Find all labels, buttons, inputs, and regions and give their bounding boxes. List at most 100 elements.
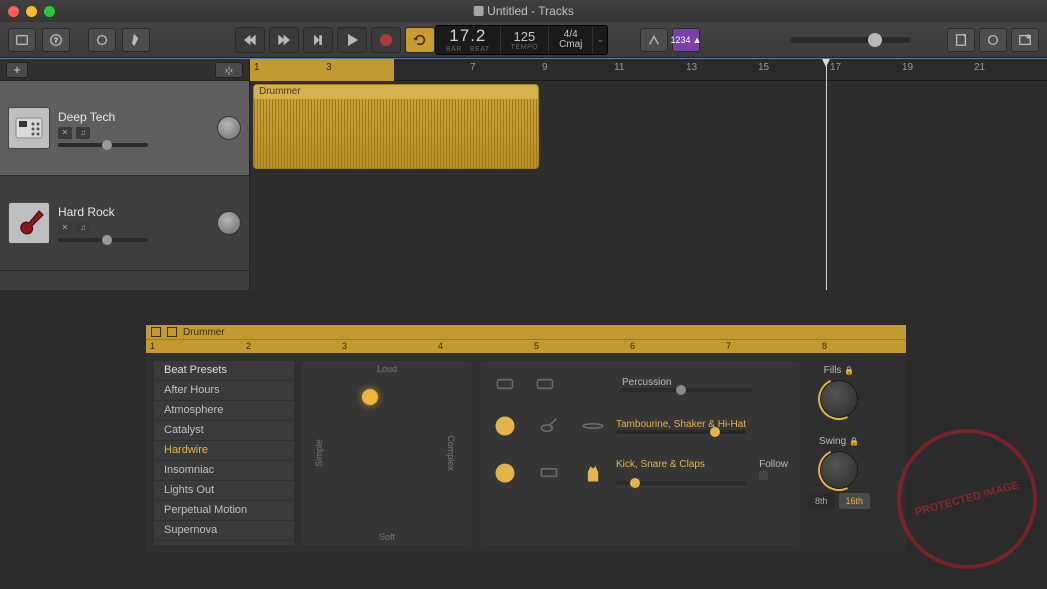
playhead[interactable] (826, 59, 827, 290)
preset-item[interactable]: Lights Out (154, 481, 294, 501)
mute-button[interactable]: ✕ (58, 222, 72, 234)
timesig-value: 4/4 (564, 30, 578, 40)
preset-item[interactable]: Catalyst (154, 421, 294, 441)
swing-label: Swing (819, 436, 846, 447)
kit-panel: Percussion Tambourine, Shaker & Hi-Hat (480, 361, 800, 545)
lcd-key[interactable]: 4/4 Cmaj (549, 26, 593, 54)
ruler-tick: 1 (254, 62, 260, 73)
ruler-tick: 7 (470, 62, 476, 73)
traffic-lights (0, 6, 55, 17)
drummer-ruler[interactable]: 12345678 (146, 339, 906, 353)
tamb-slider[interactable] (616, 430, 746, 434)
track-header-menu[interactable]: ›¦‹ (215, 62, 243, 78)
power-icon[interactable] (151, 327, 161, 337)
region-waveform (254, 99, 538, 169)
ruler-tick: 11 (614, 62, 624, 73)
ruler-tick: 15 (758, 62, 769, 73)
minimize-window[interactable] (26, 6, 37, 17)
add-track-button[interactable]: + (6, 62, 28, 78)
preset-item[interactable]: Insomniac (154, 461, 294, 481)
track-header-0[interactable]: Deep Tech ✕ ♫ (0, 81, 249, 176)
editors-button[interactable] (122, 28, 150, 52)
shaker-icon[interactable] (536, 413, 562, 439)
preset-item[interactable]: Hardwire (154, 441, 294, 461)
count-in-button[interactable]: 1234▲ (672, 28, 700, 52)
lock-icon[interactable]: 🔒 (849, 437, 859, 446)
timeline-ruler[interactable]: 13579111315171921 (250, 59, 1047, 81)
media-button[interactable] (1011, 28, 1039, 52)
preset-item[interactable]: Atmosphere (154, 401, 294, 421)
tempo-value: 125 (514, 29, 536, 44)
cycle-button[interactable] (405, 27, 435, 53)
monitor-button[interactable]: ♫ (76, 222, 90, 234)
ruler-tick: 9 (542, 62, 548, 73)
kick-slider[interactable] (616, 481, 746, 485)
forward-button[interactable] (269, 27, 299, 53)
quick-help-button[interactable]: ? (42, 28, 70, 52)
xy-label-loud: Loud (377, 364, 397, 374)
preset-item[interactable]: Perpetual Motion (154, 501, 294, 521)
ruler-tick: 19 (902, 62, 913, 73)
arrange-area[interactable]: 13579111315171921 Drummer (250, 59, 1047, 290)
perc-icon-1[interactable] (492, 371, 518, 397)
drummer-title: Drummer (183, 327, 225, 338)
xy-dot[interactable] (362, 389, 378, 405)
track-volume-slider[interactable] (58, 238, 148, 242)
record-button[interactable] (371, 27, 401, 53)
key-value: Cmaj (559, 40, 582, 50)
pan-knob[interactable] (217, 211, 241, 235)
document-title: Untitled - Tracks (473, 4, 574, 18)
fills-knob[interactable] (820, 380, 858, 418)
track-header-toolbar: + ›¦‹ (0, 59, 249, 81)
track-header-1[interactable]: Hard Rock ✕ ♫ (0, 176, 249, 271)
cycle-range[interactable] (250, 59, 394, 81)
lcd-display[interactable]: 17.2 BARBEAT 125 TEMPO 4/4 Cmaj ⌄ (435, 25, 608, 55)
swing-division: 8th16th (808, 493, 870, 509)
region-drummer[interactable]: Drummer (253, 84, 539, 169)
mode-buttons: 1234▲ (640, 28, 700, 52)
xy-pad[interactable]: Loud Soft Simple Complex (302, 361, 472, 545)
ruler-tick: 13 (686, 62, 697, 73)
loops-button[interactable] (979, 28, 1007, 52)
play-button[interactable] (337, 27, 367, 53)
kick-icon[interactable] (492, 459, 518, 485)
tambourine-icon[interactable] (492, 413, 518, 439)
drummer-editor-header: Drummer (146, 325, 906, 339)
xy-label-simple: Simple (314, 439, 324, 467)
mute-button[interactable]: ✕ (58, 127, 72, 139)
expand-icon[interactable] (167, 327, 177, 337)
notepad-button[interactable] (947, 28, 975, 52)
smart-controls-button[interactable] (88, 28, 116, 52)
follow-checkbox[interactable] (759, 471, 768, 480)
lock-icon[interactable]: 🔒 (844, 366, 854, 375)
window-titlebar: Untitled - Tracks (0, 0, 1047, 22)
percussion-slider[interactable] (622, 388, 752, 392)
lcd-mode-menu[interactable]: ⌄ (593, 26, 607, 54)
perc-icon-2[interactable] (532, 371, 558, 397)
pan-knob[interactable] (217, 116, 241, 140)
ruler-tick: 21 (974, 62, 985, 73)
hihat-icon[interactable] (580, 413, 606, 439)
rewind-button[interactable] (235, 27, 265, 53)
master-volume-slider[interactable] (790, 37, 910, 43)
preset-item[interactable]: Supernova (154, 521, 294, 541)
slider-thumb[interactable] (868, 33, 882, 47)
library-button[interactable] (8, 28, 36, 52)
preset-item[interactable]: After Hours (154, 381, 294, 401)
track-instrument-icon (8, 202, 50, 244)
stop-button[interactable] (303, 27, 333, 53)
main-toolbar: ? 17.2 BARBEAT 125 TEMPO 4/4 Cmaj ⌄ 1234… (0, 22, 1047, 58)
fills-label: Fills (824, 365, 842, 376)
swing-option[interactable]: 8th (808, 493, 835, 509)
tuner-button[interactable] (640, 28, 668, 52)
zoom-window[interactable] (44, 6, 55, 17)
lcd-tempo[interactable]: 125 TEMPO (501, 26, 549, 54)
lcd-position[interactable]: 17.2 BARBEAT (436, 26, 501, 54)
claps-icon[interactable] (580, 459, 606, 485)
track-volume-slider[interactable] (58, 143, 148, 147)
monitor-button[interactable]: ♫ (76, 127, 90, 139)
swing-option[interactable]: 16th (839, 493, 871, 509)
close-window[interactable] (8, 6, 19, 17)
snare-icon[interactable] (536, 459, 562, 485)
swing-knob[interactable] (820, 451, 858, 489)
